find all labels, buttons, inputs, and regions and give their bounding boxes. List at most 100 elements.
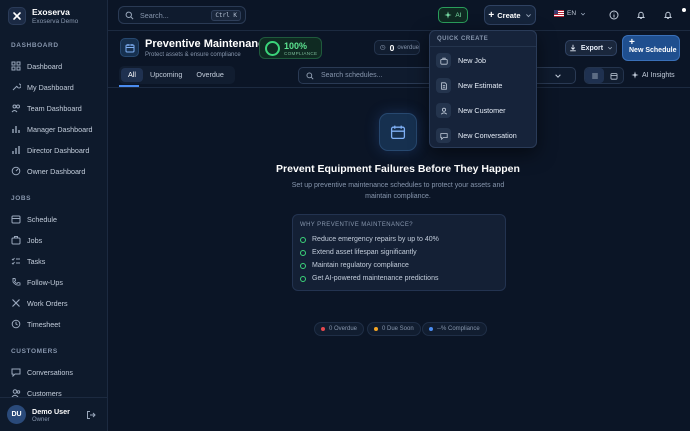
nav-section-customers: CUSTOMERS bbox=[11, 348, 58, 355]
page-header: Preventive Maintenance Protect assets & … bbox=[108, 31, 690, 64]
global-search-input[interactable]: Search... Ctrl K bbox=[118, 6, 246, 24]
sidebar-item-follow-ups[interactable]: Follow-Ups bbox=[11, 277, 63, 287]
sidebar-item-director-dashboard[interactable]: Director Dashboard bbox=[11, 145, 89, 155]
clock-icon bbox=[11, 319, 21, 329]
menu-item-label: New Estimate bbox=[458, 81, 503, 90]
overdue-count: 0 bbox=[389, 42, 395, 53]
overdue-counter: 0 overdue bbox=[374, 40, 420, 55]
check-circle-icon bbox=[300, 275, 306, 282]
sidebar-item-label: Owner Dashboard bbox=[27, 166, 86, 176]
menu-item-new-conversation[interactable]: New Conversation bbox=[436, 128, 517, 143]
brand-subtitle: Exoserva Demo bbox=[32, 18, 79, 25]
export-button[interactable]: Export bbox=[565, 40, 617, 56]
search-shortcut: Ctrl K bbox=[211, 10, 241, 21]
create-button[interactable]: + Create bbox=[484, 5, 536, 25]
sidebar-item-label: Director Dashboard bbox=[27, 145, 90, 155]
menu-item-new-estimate[interactable]: New Estimate bbox=[436, 78, 502, 93]
notification-dot bbox=[682, 8, 686, 12]
sidebar-item-conversations[interactable]: Conversations bbox=[11, 367, 73, 377]
status-dot bbox=[429, 327, 433, 331]
info-icon[interactable] bbox=[609, 10, 619, 20]
tools-icon bbox=[12, 299, 20, 307]
notification-bell-icon[interactable] bbox=[663, 10, 673, 20]
tab-bar: All Upcoming Overdue bbox=[119, 66, 235, 84]
reason-text: Reduce emergency repairs by up to 40% bbox=[312, 236, 439, 243]
us-flag-icon bbox=[554, 10, 564, 17]
sidebar-item-label: Work Orders bbox=[27, 298, 68, 308]
logout-icon[interactable] bbox=[86, 410, 96, 420]
sidebar-item-label: Follow-Ups bbox=[27, 277, 63, 287]
status-dot bbox=[374, 327, 378, 331]
bell-icon[interactable] bbox=[636, 10, 646, 20]
team-icon bbox=[11, 104, 20, 113]
sidebar-item-schedule[interactable]: Schedule bbox=[11, 214, 57, 224]
sidebar-item-my-dashboard[interactable]: My Dashboard bbox=[11, 82, 74, 92]
tab-overdue[interactable]: Overdue bbox=[189, 68, 231, 82]
new-schedule-label: New Schedule bbox=[629, 47, 677, 54]
language-selector[interactable]: EN bbox=[554, 10, 586, 17]
sidebar-item-label: My Dashboard bbox=[27, 82, 74, 92]
compliance-ring bbox=[265, 41, 280, 56]
why-heading: WHY PREVENTIVE MAINTENANCE? bbox=[300, 222, 414, 228]
check-circle-icon bbox=[300, 236, 306, 243]
stat-overdue: 0 Overdue bbox=[314, 322, 365, 336]
nav-section-dashboard: DASHBOARD bbox=[11, 42, 59, 49]
download-icon bbox=[570, 44, 576, 52]
list-view-icon[interactable] bbox=[585, 68, 604, 83]
user-name: Demo User bbox=[32, 406, 70, 416]
active-tab-indicator bbox=[119, 85, 139, 87]
sidebar-item-label: Tasks bbox=[27, 256, 46, 266]
empty-state-description: Set up preventive maintenance schedules … bbox=[291, 182, 505, 200]
quick-create-menu: QUICK CREATE New Job New Estimate New Cu… bbox=[429, 30, 537, 148]
tab-all[interactable]: All bbox=[121, 68, 143, 82]
calendar-icon bbox=[379, 113, 417, 151]
sidebar-item-label: Timesheet bbox=[27, 319, 61, 329]
quick-create-heading: QUICK CREATE bbox=[430, 31, 536, 47]
briefcase-icon bbox=[436, 53, 451, 68]
export-label: Export bbox=[580, 44, 604, 52]
calendar-view-icon[interactable] bbox=[604, 68, 623, 83]
chat-icon bbox=[11, 368, 21, 377]
tab-upcoming[interactable]: Upcoming bbox=[143, 68, 189, 82]
view-toggle bbox=[584, 67, 624, 84]
user-profile[interactable]: DU Demo User Owner bbox=[0, 397, 108, 431]
stat-label: 0 Overdue bbox=[329, 326, 358, 332]
brand[interactable]: Exoserva Exoserva Demo bbox=[8, 7, 78, 25]
language-code: EN bbox=[567, 10, 577, 17]
ai-button-label: AI bbox=[455, 11, 462, 19]
reason-text: Extend asset lifespan significantly bbox=[312, 249, 417, 256]
chevron-down-icon bbox=[608, 46, 613, 50]
sidebar-item-label: Manager Dashboard bbox=[27, 124, 93, 134]
sparkle-icon bbox=[631, 71, 639, 79]
create-button-label: Create bbox=[497, 10, 521, 20]
menu-item-label: New Customer bbox=[458, 106, 506, 115]
chevron-down-icon bbox=[525, 13, 531, 17]
sidebar-item-tasks[interactable]: Tasks bbox=[11, 256, 45, 266]
sidebar-item-owner-dashboard[interactable]: Owner Dashboard bbox=[11, 166, 85, 176]
reason-item: Get AI-powered maintenance predictions bbox=[300, 275, 438, 282]
new-schedule-button[interactable]: + New Schedule bbox=[622, 35, 680, 61]
menu-item-new-job[interactable]: New Job bbox=[436, 53, 486, 68]
sidebar-item-timesheet[interactable]: Timesheet bbox=[11, 319, 60, 329]
menu-item-new-customer[interactable]: New Customer bbox=[436, 103, 506, 118]
sidebar-item-team-dashboard[interactable]: Team Dashboard bbox=[11, 103, 82, 113]
sidebar-item-manager-dashboard[interactable]: Manager Dashboard bbox=[11, 124, 93, 134]
gauge-icon bbox=[11, 166, 21, 176]
sidebar-item-dashboard[interactable]: Dashboard bbox=[11, 61, 62, 71]
ai-insights-button[interactable]: AI Insights bbox=[631, 71, 675, 79]
chat-icon bbox=[436, 128, 451, 143]
stat-due-soon: 0 Due Soon bbox=[367, 322, 421, 336]
document-icon bbox=[436, 78, 451, 93]
sidebar-item-jobs[interactable]: Jobs bbox=[11, 235, 42, 245]
sidebar: Exoserva Exoserva Demo DASHBOARD Dashboa… bbox=[0, 0, 108, 431]
sidebar-item-work-orders[interactable]: Work Orders bbox=[11, 298, 68, 308]
user-icon bbox=[436, 103, 451, 118]
clock-icon bbox=[380, 44, 386, 51]
chevron-down-icon[interactable] bbox=[554, 72, 562, 80]
ai-button[interactable]: AI bbox=[438, 7, 468, 23]
why-preventive-box: WHY PREVENTIVE MAINTENANCE? Reduce emerg… bbox=[292, 214, 506, 291]
sidebar-item-label: Jobs bbox=[27, 235, 43, 245]
plus-icon: + bbox=[629, 37, 635, 48]
reason-item: Maintain regulatory compliance bbox=[300, 262, 409, 269]
checklist-icon bbox=[11, 257, 20, 265]
